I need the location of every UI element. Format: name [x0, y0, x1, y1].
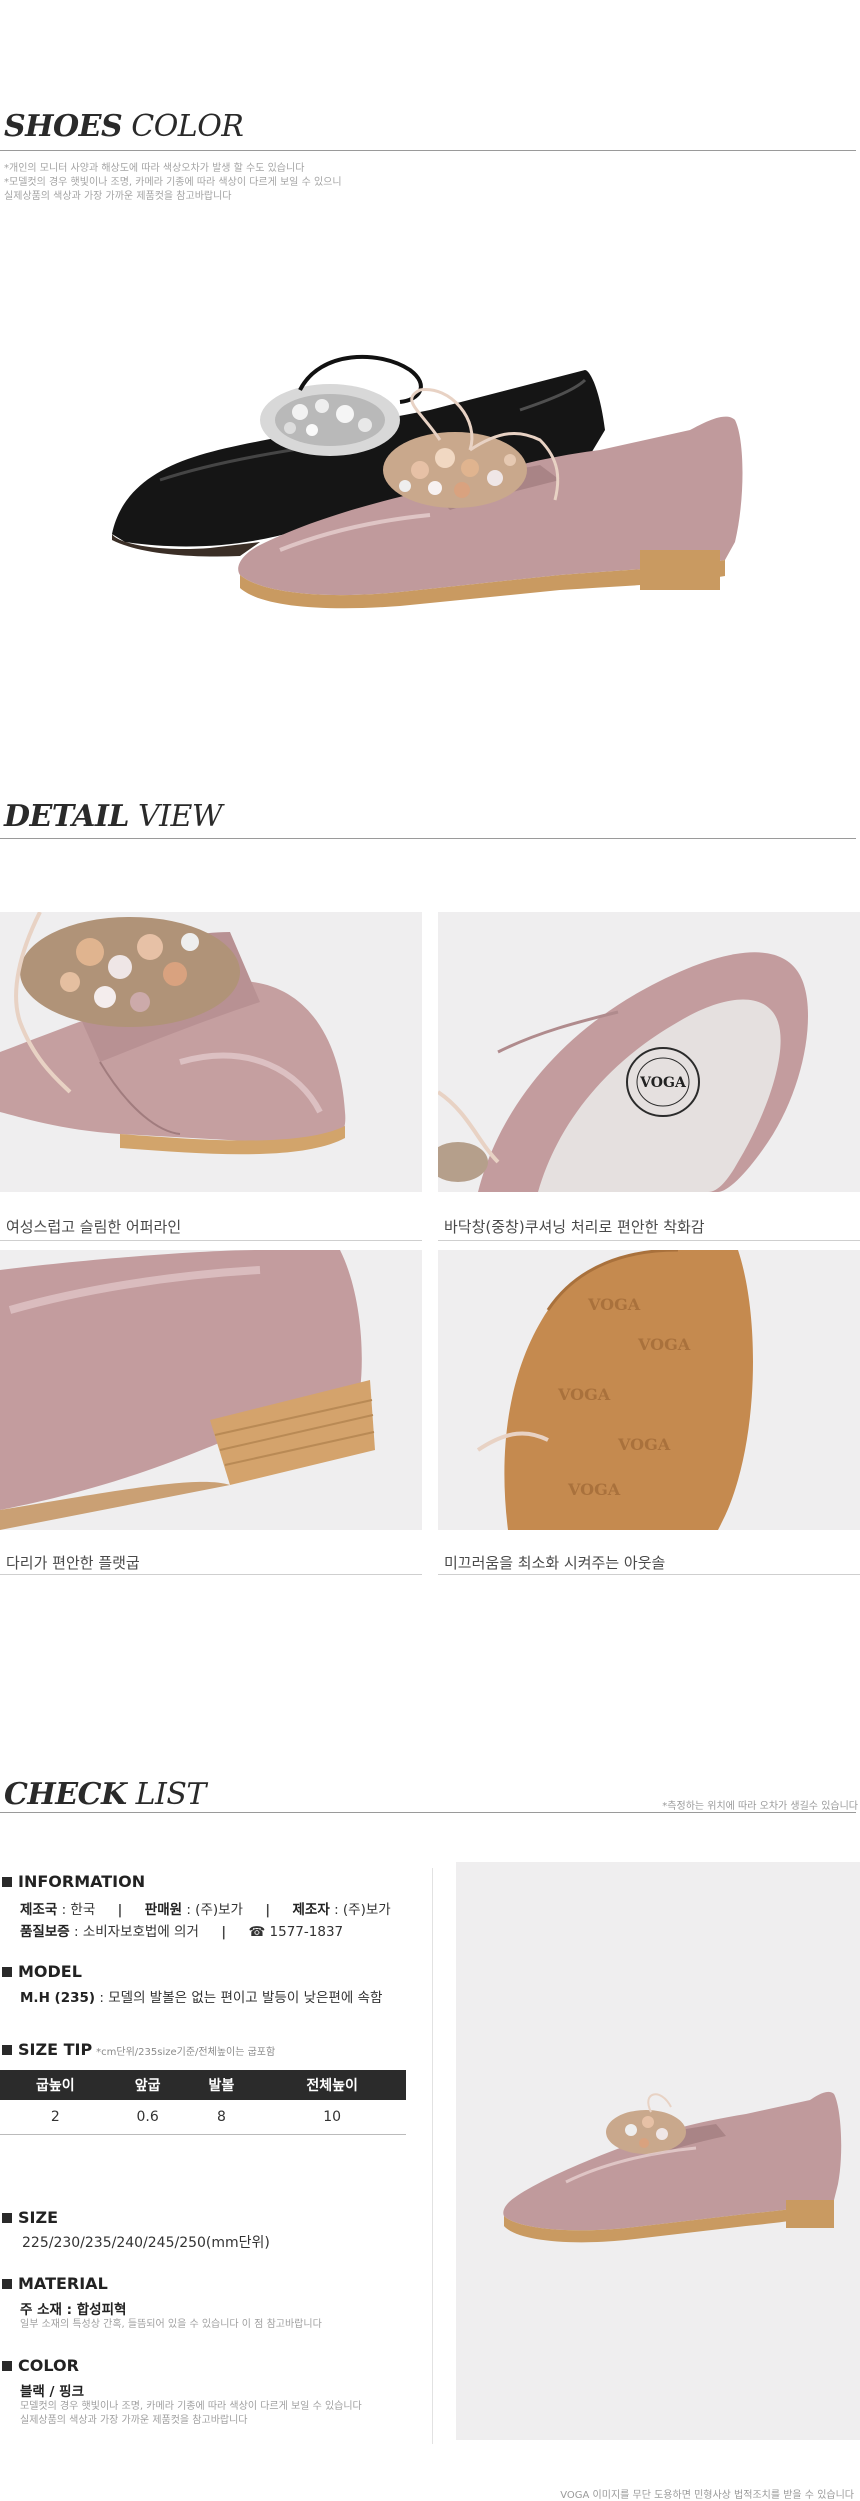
size-table-cell: 2	[0, 2100, 111, 2135]
bullet-square-icon	[2, 2044, 12, 2055]
information-line-2: 품질보증 : 소비자보호법에 의거 | ☎ 1577-1837	[20, 1924, 344, 1940]
size-tip-table: 굽높이 앞굽 발볼 전체높이 2 0.6 8 10	[0, 2070, 406, 2135]
detail-photo-insole: VOGA	[438, 912, 860, 1192]
color-note-2: 실제상품의 색상과 가장 가까운 제품컷을 참고바랍니다	[20, 2415, 248, 2426]
size-table-header: 앞굽	[110, 2070, 185, 2100]
size-table-header: 굽높이	[0, 2070, 111, 2100]
detail-photo-upper	[0, 912, 422, 1192]
bullet-square-icon	[2, 2360, 12, 2371]
detail-photo-heel	[0, 1250, 422, 1530]
svg-text:VOGA: VOGA	[587, 1295, 641, 1314]
bullet-square-icon	[2, 1966, 12, 1977]
detail-caption: 미끄러움을 최소화 시켜주는 아웃솔	[444, 1554, 666, 1572]
size-tip-heading: SIZE TIP *cm단위/235size기준/전체높이는 굽포함	[2, 2040, 275, 2059]
detail-caption: 다리가 편안한 플랫굽	[6, 1554, 140, 1572]
size-heading: SIZE	[2, 2208, 58, 2227]
size-table-header: 발볼	[184, 2070, 259, 2100]
caption-rule	[438, 1240, 860, 1241]
size-table-cell: 8	[184, 2100, 259, 2135]
color-notes: *개인의 모니터 사양과 해상도에 따라 색상오차가 발생 할 수도 있습니다 …	[4, 163, 342, 202]
svg-text:VOGA: VOGA	[637, 1335, 691, 1354]
detail-view-title: DETAIL VIEW	[4, 799, 223, 834]
svg-text:VOGA: VOGA	[557, 1385, 611, 1404]
detail-photo-outsole: VOGA VOGA VOGA VOGA VOGA	[438, 1250, 860, 1530]
information-heading: INFORMATION	[2, 1872, 145, 1891]
bullet-square-icon	[2, 1876, 12, 1887]
footer-notice: VOGA 이미지를 무단 도용하면 민형사상 법적조치를 받을 수 있습니다	[560, 2490, 854, 2501]
shoes-color-title: SHOES COLOR	[4, 109, 244, 144]
check-list-title: CHECK LIST	[4, 1777, 206, 1812]
detail-caption: 여성스럽고 슬림한 어퍼라인	[6, 1218, 182, 1236]
size-table-header-row: 굽높이 앞굽 발볼 전체높이	[0, 2070, 406, 2100]
size-table-cell: 0.6	[110, 2100, 185, 2135]
svg-text:VOGA: VOGA	[639, 1075, 687, 1091]
shoes-color-photo	[112, 354, 743, 609]
color-heading: COLOR	[2, 2356, 79, 2375]
section-rule	[0, 1812, 856, 1813]
material-heading: MATERIAL	[2, 2274, 108, 2293]
svg-text:VOGA: VOGA	[617, 1435, 671, 1454]
model-text: M.H (235) : 모델의 발볼은 없는 편이고 발등이 낮은편에 속함	[20, 1990, 383, 2006]
checklist-product-photo	[456, 1862, 860, 2440]
information-line-1: 제조국 : 한국 | 판매원 : (주)보가 | 제조자 : (주)보가	[20, 1902, 391, 1918]
svg-text:VOGA: VOGA	[567, 1480, 621, 1499]
size-table-row: 2 0.6 8 10	[0, 2100, 406, 2135]
material-label: 주 소재 : 합성피혁	[20, 2302, 127, 2318]
color-value: 블랙 / 핑크	[20, 2384, 85, 2400]
measure-note: *측정하는 위치에 따라 오차가 생길수 있습니다	[662, 1801, 858, 1812]
bullet-square-icon	[2, 2212, 12, 2223]
column-divider	[432, 1868, 433, 2444]
material-note: 일부 소재의 특성상 간혹, 들뜸되어 있을 수 있습니다 이 점 참고바랍니다	[20, 2319, 322, 2330]
size-table-header: 전체높이	[258, 2070, 406, 2100]
section-rule	[0, 150, 856, 151]
bullet-square-icon	[2, 2278, 12, 2289]
color-note-1: 모델컷의 경우 햇빛이나 조명, 카메라 기종에 따라 색상이 다르게 보일 수…	[20, 2401, 362, 2412]
size-list: 225/230/235/240/245/250(mm단위)	[22, 2235, 270, 2251]
size-table-cell: 10	[258, 2100, 406, 2135]
model-heading: MODEL	[2, 1962, 82, 1981]
caption-rule	[0, 1574, 422, 1575]
section-rule	[0, 838, 856, 839]
caption-rule	[438, 1574, 860, 1575]
detail-caption: 바닥창(중창)쿠셔닝 처리로 편안한 착화감	[444, 1218, 705, 1236]
caption-rule	[0, 1240, 422, 1241]
